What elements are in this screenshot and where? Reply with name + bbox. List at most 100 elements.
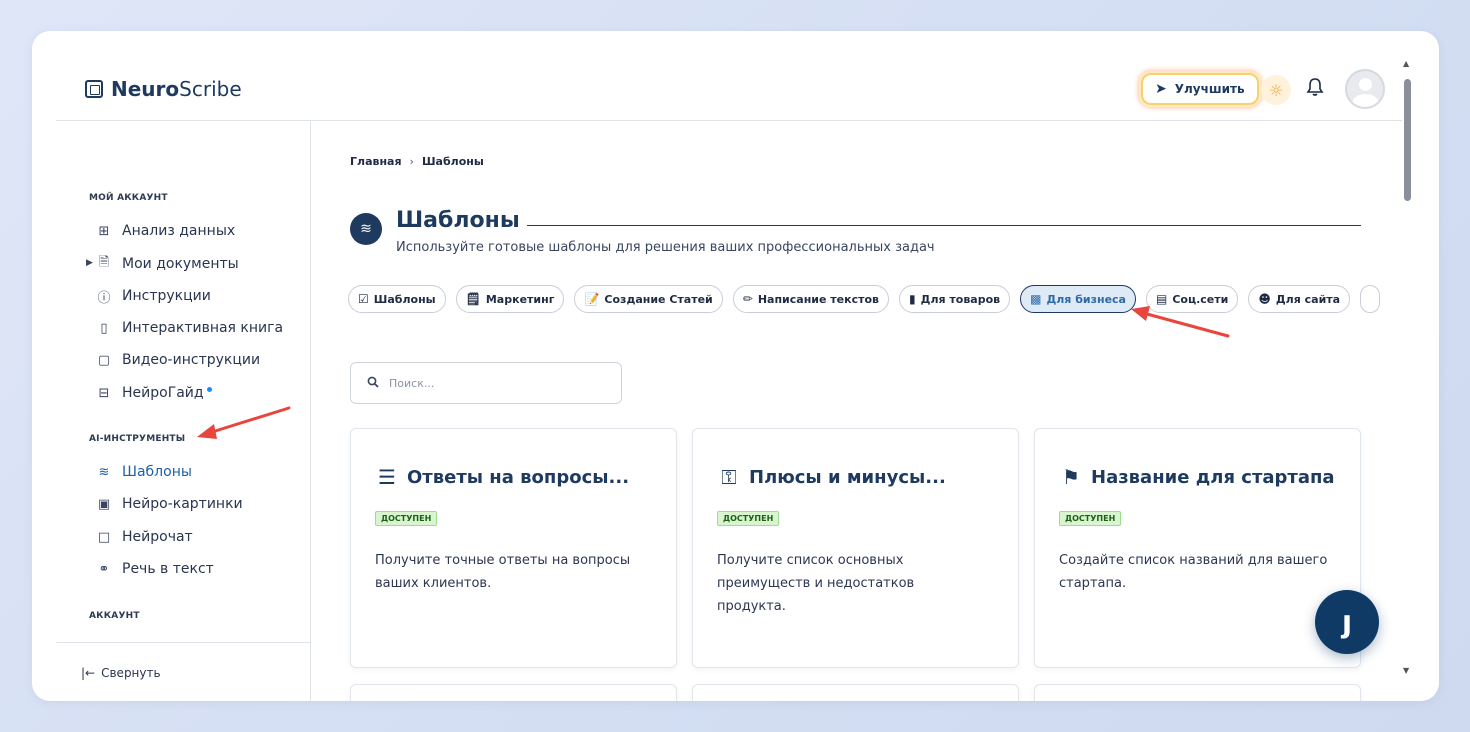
sidebar-item-label: Шаблоны (122, 464, 192, 480)
pill-label: Для товаров (920, 292, 1001, 306)
filter-pill-marketing[interactable]: 🗒 Маркетинг (455, 285, 565, 313)
scroll-down-arrow-icon[interactable]: ▼ (1403, 666, 1409, 675)
page-subtitle: Используйте готовые шаблоны для решения … (396, 240, 935, 255)
sidebar-item-templates[interactable]: ≋ Шаблоны (96, 462, 192, 482)
sidebar-item-label: Нейро-картинки (122, 496, 243, 512)
breadcrumb-separator-icon: › (409, 155, 414, 168)
sidebar-item-label: Интерактивная книга (122, 320, 284, 336)
sidebar-item-label: Видео-инструкции (122, 352, 261, 368)
section-title-account-2: АККАУНТ (89, 611, 140, 621)
pill-label: Для сайта (1275, 292, 1341, 306)
template-card-startup-name[interactable]: ⚑ Название для стартапа ДОСТУПЕН Создайт… (1034, 428, 1361, 668)
chat-assistant-fab-button[interactable]: ȷ (1315, 590, 1379, 654)
template-card-partial[interactable] (1034, 684, 1361, 701)
sidebar-item-my-documents[interactable]: 🗎 Мои документы (96, 254, 239, 274)
collapse-label: Свернуть (101, 666, 161, 680)
status-badge: ДОСТУПЕН (375, 511, 438, 526)
checkbox-icon: ☑ (358, 292, 369, 306)
pill-label: Для бизнеса (1046, 292, 1126, 306)
headphones-icon: ⚭ (98, 561, 110, 577)
laptop-icon: ▩ (1030, 292, 1042, 306)
status-badge: ДОСТУПЕН (717, 511, 780, 526)
sidebar-item-instructions[interactable]: ⓘ Инструкции (96, 286, 211, 306)
grid-icon: ⊞ (98, 223, 110, 239)
template-card-faq[interactable]: ☰ Ответы на вопросы... ДОСТУПЕН Получите… (350, 428, 677, 668)
sidebar-item-label: НейроГайд (122, 385, 204, 401)
pill-label: Написание текстов (757, 292, 880, 306)
notifications-bell-icon[interactable] (1306, 77, 1324, 102)
book-icon: ▯ (100, 320, 108, 336)
search-icon (367, 376, 379, 391)
breadcrumb-home-link[interactable]: Главная (350, 155, 402, 168)
logo[interactable]: NeuroScribe (85, 77, 242, 101)
phone-icon: ▮ (909, 292, 916, 306)
scroll-up-arrow-icon[interactable]: ▲ (1403, 59, 1409, 68)
breadcrumb: Главная › Шаблоны (350, 155, 484, 168)
card-description: Получите список основных преимуществ и н… (717, 553, 915, 614)
ledger-icon: ▤ (1155, 292, 1168, 306)
scrollbar-thumb[interactable] (1404, 79, 1411, 201)
template-card-pros-cons[interactable]: ⚿ Плюсы и минусы... ДОСТУПЕН Получите сп… (692, 428, 1019, 668)
list-icon: ☰ (378, 465, 396, 489)
layers-icon: ≋ (98, 464, 110, 480)
logo-icon (85, 80, 103, 98)
filter-pill-writing[interactable]: ✏ Написание текстов (732, 285, 890, 313)
sidebar-item-speech-to-text[interactable]: ⚭ Речь в текст (96, 559, 214, 579)
sidebar-item-label: Речь в текст (122, 561, 214, 577)
breadcrumb-current: Шаблоны (421, 155, 484, 168)
key-icon: ⚿ (721, 465, 737, 489)
video-icon: ▢ (97, 352, 111, 368)
pill-label: Шаблоны (373, 292, 436, 306)
pill-label: Маркетинг (485, 292, 555, 306)
card-description: Получите точные ответы на вопросы ваших … (375, 553, 631, 591)
filter-pill-products[interactable]: ▮ Для товаров (899, 285, 1011, 313)
card-title: Название для стартапа (1091, 466, 1335, 488)
main-content: Главная › Шаблоны ≋ Шаблоны Используйте … (312, 122, 1402, 701)
card-description: Создайте список названий для вашего стар… (1059, 553, 1328, 591)
sidebar-item-interactive-book[interactable]: ▯ Интерактивная книга (96, 318, 283, 338)
top-header: NeuroScribe ➤ Улучшить ☼ (56, 31, 1402, 121)
status-badge: ДОСТУПЕН (1059, 511, 1122, 526)
card-header: ⚿ Плюсы и минусы... (717, 465, 946, 489)
memo-icon: 📝 (584, 292, 600, 306)
sidebar-item-label: Инструкции (122, 288, 211, 304)
card-title: Плюсы и минусы... (749, 466, 946, 488)
new-indicator-dot (206, 387, 212, 392)
notepad-icon: 🗒 (465, 292, 481, 306)
filter-pill-business[interactable]: ▩ Для бизнеса (1020, 285, 1136, 313)
search-input[interactable] (389, 376, 609, 390)
card-title: Ответы на вопросы... (407, 466, 630, 488)
card-header: ☰ Ответы на вопросы... (375, 465, 629, 489)
filter-pill-social[interactable]: ▤ Соц.сети (1145, 285, 1239, 313)
user-avatar[interactable] (1345, 69, 1385, 109)
megaphone-icon: ⚑ (1062, 465, 1080, 489)
template-card-partial[interactable] (692, 684, 1019, 701)
page-scrollbar[interactable]: ▲ ▼ (1402, 59, 1414, 675)
image-icon: ▣ (97, 496, 111, 512)
category-filter-bar: ☑ Шаблоны 🗒 Маркетинг 📝 Создание Статей ✏ На… (348, 285, 1402, 313)
filter-pill-more[interactable] (1360, 285, 1381, 313)
sidebar-item-label: Мои документы (122, 256, 239, 272)
collapse-arrow-icon: |← (81, 666, 96, 680)
sidebar-item-label: Нейрочат (122, 529, 193, 545)
sidebar-item-data-analysis[interactable]: ⊞ Анализ данных (96, 221, 236, 241)
page-title: Шаблоны (396, 208, 520, 233)
chat-icon: □ (97, 529, 111, 545)
upgrade-label: Улучшить (1174, 82, 1245, 96)
filter-pill-articles[interactable]: 📝 Создание Статей (574, 285, 723, 313)
sidebar-item-neuroguide[interactable]: ⊟ НейроГайд (96, 383, 212, 403)
pill-label: Соц.сети (1172, 292, 1229, 306)
sidebar-item-neurochat[interactable]: □ Нейрочат (96, 527, 193, 547)
upgrade-button[interactable]: ➤ Улучшить (1141, 73, 1259, 105)
filter-pill-templates[interactable]: ☑ Шаблоны (348, 285, 446, 313)
sidebar-item-video-instructions[interactable]: ▢ Видео-инструкции (96, 350, 260, 370)
theme-toggle-sun-icon[interactable]: ☼ (1261, 75, 1291, 105)
template-card-partial[interactable] (350, 684, 677, 701)
sidebar-item-label: Анализ данных (122, 223, 236, 239)
collapse-sidebar-button[interactable]: |← Свернуть (81, 666, 161, 680)
expand-caret-icon[interactable]: ▶ (86, 258, 93, 268)
sidebar-item-neuro-images[interactable]: ▣ Нейро-картинки (96, 494, 243, 514)
card-header: ⚑ Название для стартапа (1059, 465, 1335, 489)
filter-pill-website[interactable]: ☻ Для сайта (1248, 285, 1351, 313)
search-box (350, 362, 622, 404)
